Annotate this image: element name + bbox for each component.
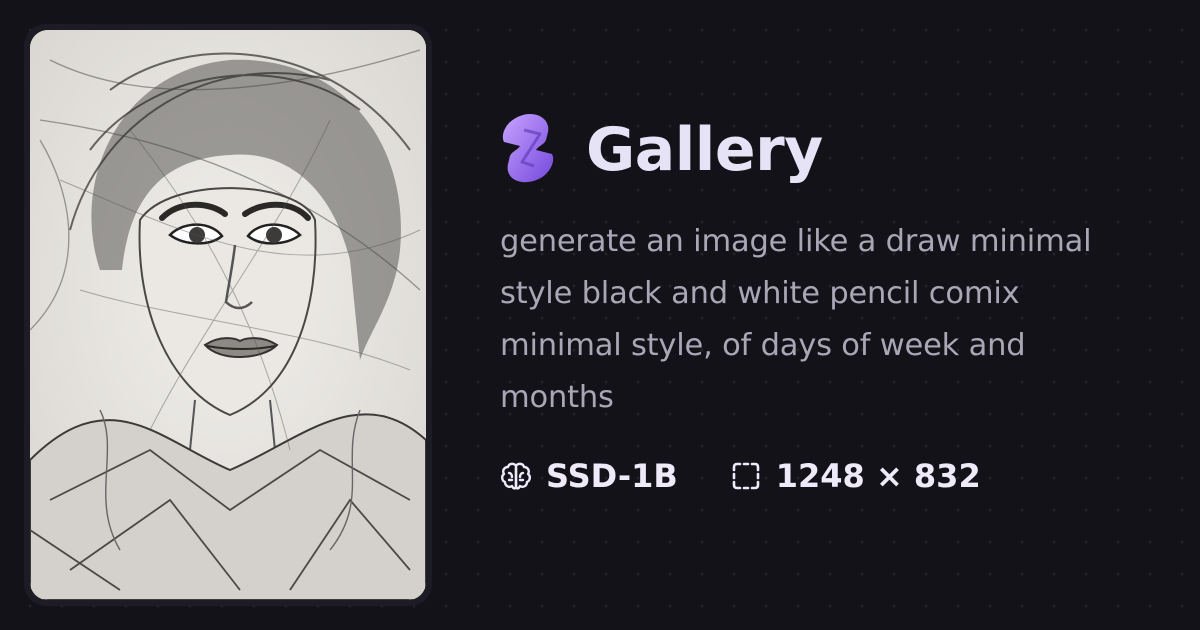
portrait-sketch-drawing xyxy=(30,30,426,600)
prompt-text: generate an image like a draw minimal st… xyxy=(500,224,1092,415)
purple-bolt-logo-icon xyxy=(502,114,554,183)
brain-icon xyxy=(501,462,531,490)
size-label: 1248 × 832 xyxy=(775,457,981,495)
image-metadata: SSD-1B 1248 × 832 xyxy=(500,460,1160,492)
brand-header: Gallery xyxy=(500,110,1160,186)
pencil-sketch-portrait-image[interactable] xyxy=(30,30,426,600)
model-label: SSD-1B xyxy=(546,457,678,495)
dashed-frame-icon xyxy=(732,462,760,490)
brand-title: Gallery xyxy=(586,115,823,185)
size-info: 1248 × 832 xyxy=(730,460,981,492)
model-info: SSD-1B xyxy=(500,460,678,492)
content-panel: Gallery generate an image like a draw mi… xyxy=(500,110,1160,492)
